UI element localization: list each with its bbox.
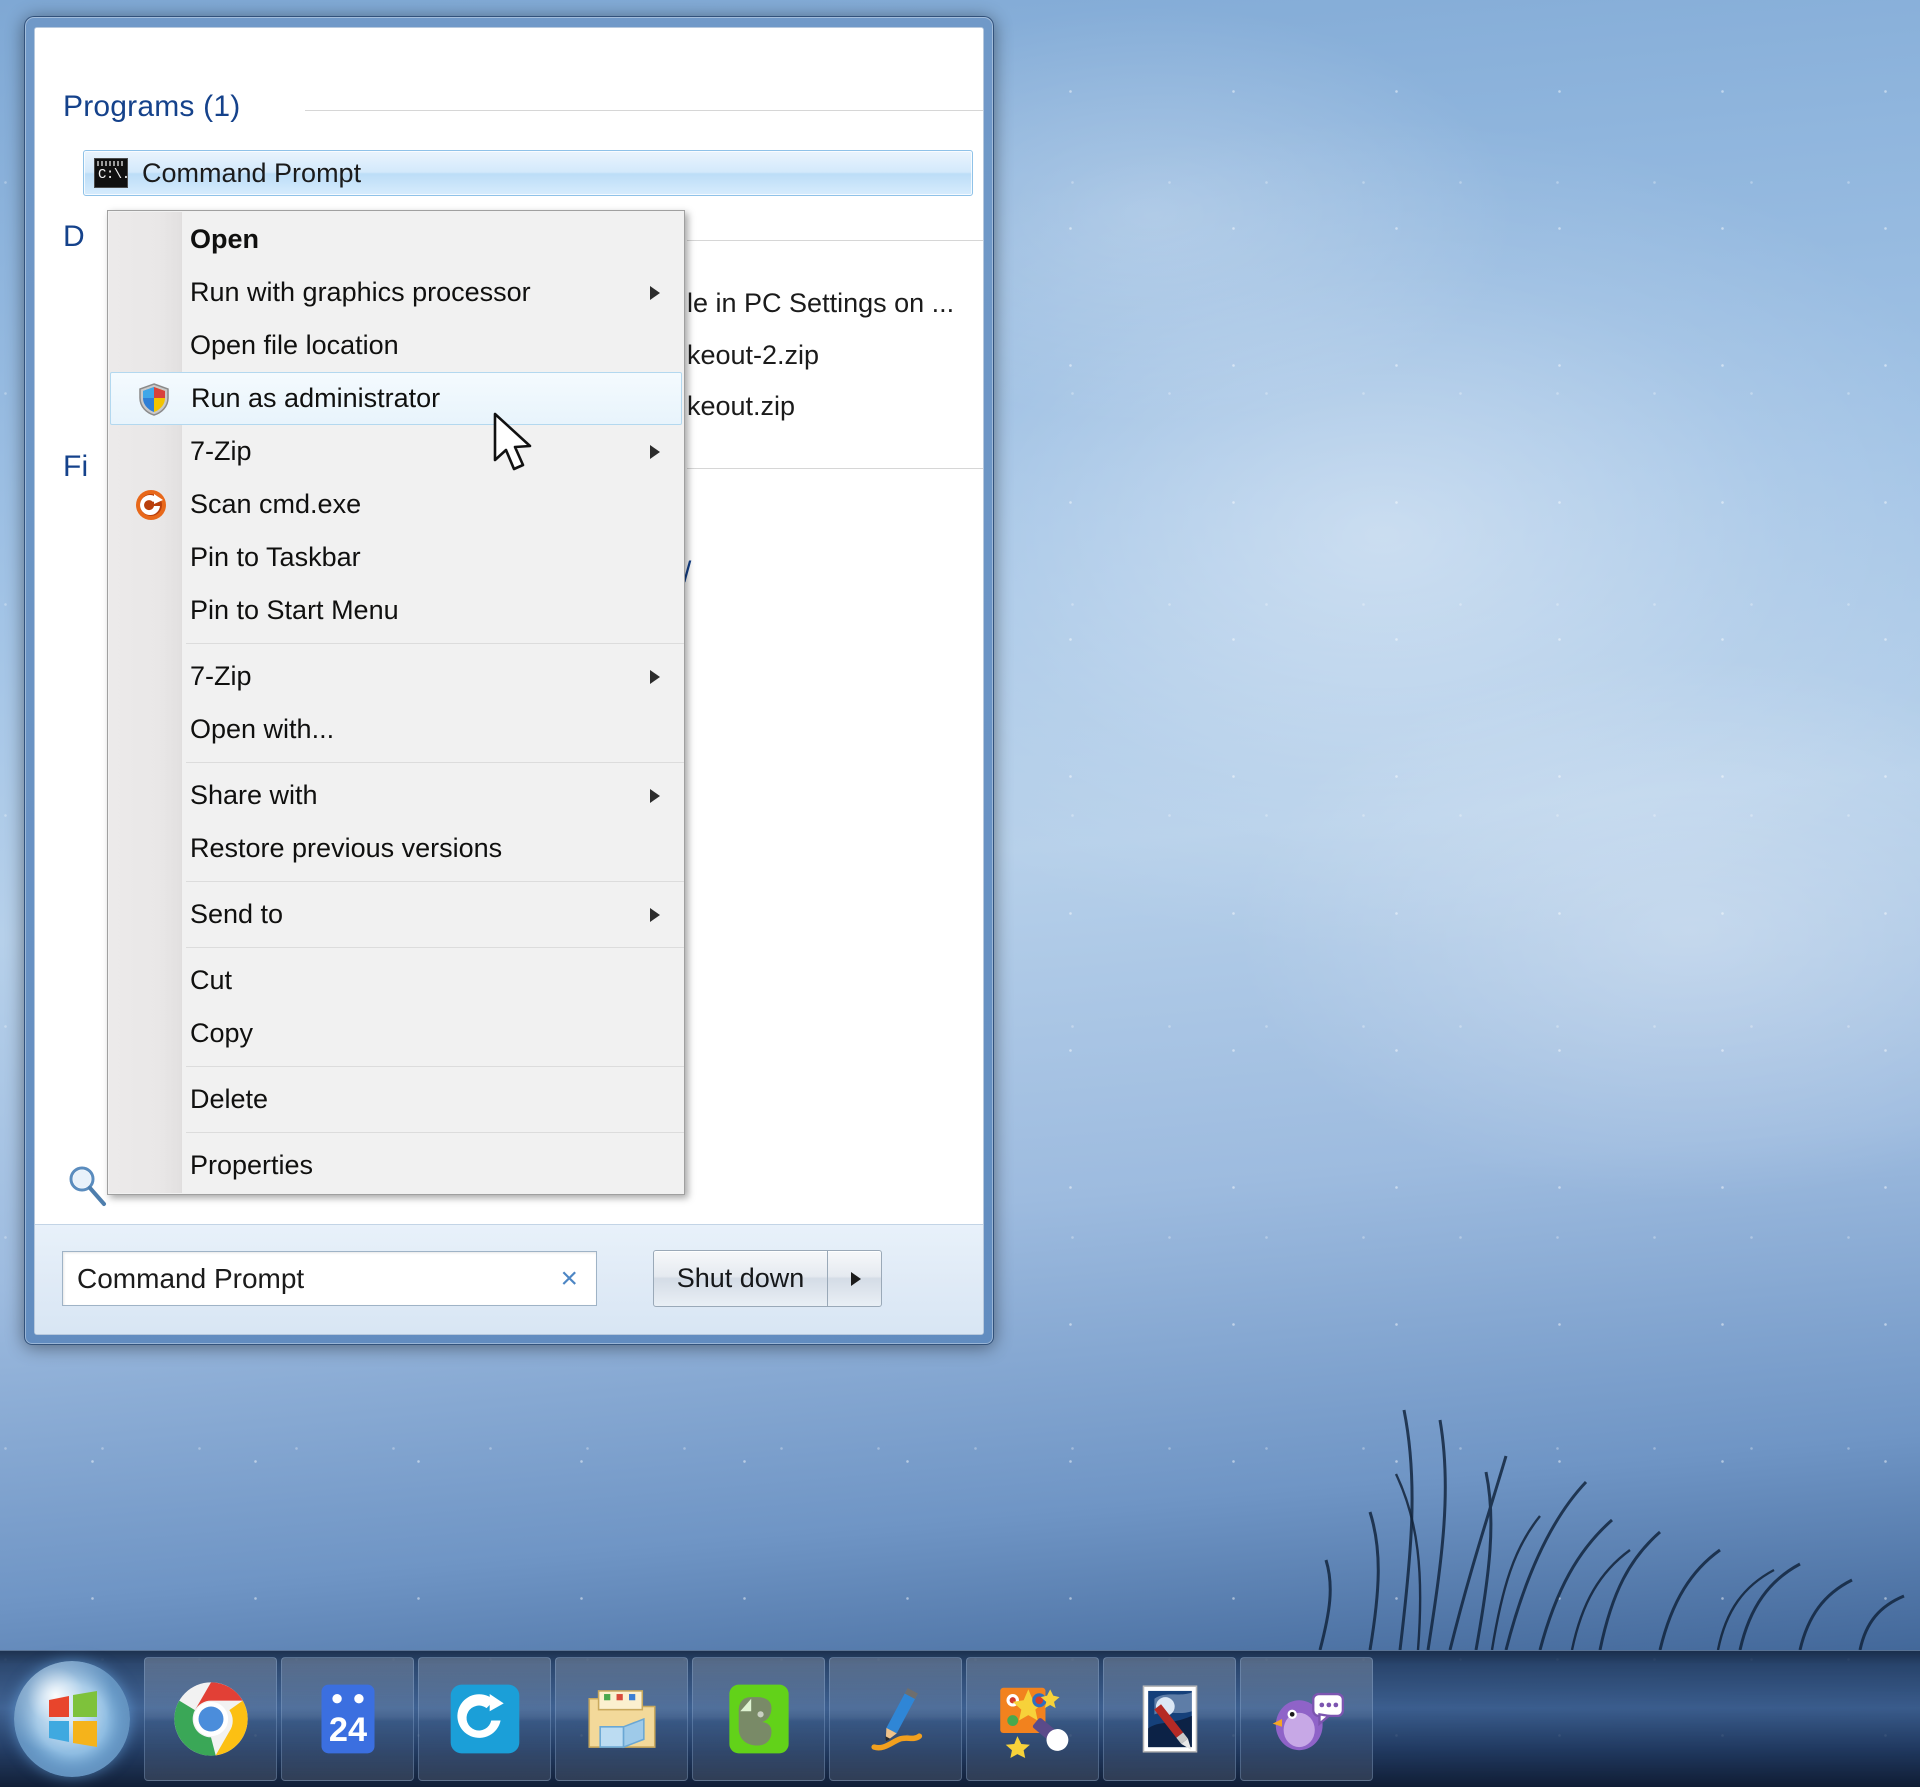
- context-menu-item-label: Open file location: [190, 330, 399, 360]
- shutdown-group: Shut down: [653, 1250, 882, 1307]
- context-menu-item-copy[interactable]: Copy: [108, 1007, 684, 1060]
- clipped-result-1[interactable]: keout-2.zip: [687, 340, 819, 371]
- context-menu-item-label: Run with graphics processor: [190, 277, 531, 307]
- context-menu-item-7-zip[interactable]: 7-Zip: [108, 425, 684, 478]
- group-rule-programs: [305, 110, 983, 111]
- ccleaner-icon: [450, 1684, 519, 1754]
- context-menu-item-label: Pin to Taskbar: [190, 542, 361, 572]
- start-menu-inner: Programs (1) Command Prompt D le in PC S…: [34, 27, 984, 1335]
- search-input-value: Command Prompt: [77, 1262, 305, 1294]
- group-rule-documents: [687, 240, 983, 241]
- context-menu-item-pin-to-taskbar[interactable]: Pin to Taskbar: [108, 531, 684, 584]
- purple-bird-chat-icon: [1272, 1692, 1344, 1751]
- submenu-arrow-icon: [650, 444, 660, 459]
- result-label: Command Prompt: [142, 157, 362, 188]
- context-menu-item-label: Properties: [190, 1150, 314, 1180]
- context-menu-item-share-with[interactable]: Share with: [108, 769, 684, 822]
- shutdown-button[interactable]: Shut down: [653, 1250, 828, 1307]
- context-menu-item-label: Restore previous versions: [190, 833, 503, 863]
- taskbar-item-ccleaner[interactable]: [418, 1657, 551, 1781]
- svg-text:24: 24: [328, 1711, 366, 1749]
- context-menu-item-cut[interactable]: Cut: [108, 954, 684, 1007]
- chevron-right-icon: [850, 1271, 861, 1286]
- context-menu-separator: [186, 643, 684, 644]
- shutdown-options-button[interactable]: [827, 1250, 882, 1307]
- uac-shield-icon: [137, 382, 171, 416]
- context-menu-item-open[interactable]: Open: [108, 213, 684, 266]
- taskbar: 24: [0, 1650, 1920, 1787]
- windows-explorer-icon: [587, 1690, 656, 1749]
- context-menu-item-label: Run as administrator: [191, 383, 441, 413]
- context-menu-item-properties[interactable]: Properties: [108, 1139, 684, 1192]
- context-menu-item-label: Send to: [190, 899, 284, 929]
- onenote-pen-icon: [870, 1687, 922, 1751]
- search-input[interactable]: Command Prompt ×: [62, 1251, 597, 1306]
- submenu-arrow-icon: [650, 907, 660, 922]
- context-menu-separator: [186, 762, 684, 763]
- context-menu-separator: [186, 1132, 684, 1133]
- taskbar-item-evernote[interactable]: [692, 1657, 825, 1781]
- clipped-result-0[interactable]: le in PC Settings on ...: [687, 288, 954, 319]
- context-menu-item-label: Scan cmd.exe: [190, 489, 362, 519]
- taskbar-item-image-editor[interactable]: [1103, 1657, 1236, 1781]
- context-menu-item-scan-cmd-exe[interactable]: Scan cmd.exe: [108, 478, 684, 531]
- start-orb-icon: [14, 1661, 130, 1777]
- context-menu-item-delete[interactable]: Delete: [108, 1073, 684, 1126]
- start-menu: Programs (1) Command Prompt D le in PC S…: [24, 16, 994, 1345]
- context-menu-item-restore-previous-versions[interactable]: Restore previous versions: [108, 822, 684, 875]
- submenu-arrow-icon: [650, 788, 660, 803]
- start-menu-bottom-bar: Command Prompt × Shut down: [35, 1224, 983, 1334]
- chrome-icon: [173, 1682, 248, 1756]
- calendar-24-icon: 24: [320, 1684, 375, 1754]
- evernote-icon: [728, 1684, 789, 1754]
- context-menu-separator: [186, 881, 684, 882]
- taskbar-item-snagit[interactable]: [966, 1657, 1099, 1781]
- context-menu-item-pin-to-start-menu[interactable]: Pin to Start Menu: [108, 584, 684, 637]
- context-menu-separator: [186, 947, 684, 948]
- taskbar-item-chat[interactable]: [1240, 1657, 1373, 1781]
- taskbar-item-note-pen[interactable]: [829, 1657, 962, 1781]
- group-header-programs: Programs (1): [63, 90, 241, 123]
- paint-image-icon: [1142, 1685, 1197, 1753]
- submenu-arrow-icon: [650, 669, 660, 684]
- clear-search-icon[interactable]: ×: [554, 1263, 584, 1294]
- submenu-arrow-icon: [650, 285, 660, 300]
- antivirus-scan-icon: [134, 488, 168, 522]
- context-menu-item-label: Open with...: [190, 714, 335, 744]
- context-menu-item-open-with[interactable]: Open with...: [108, 703, 684, 756]
- taskbar-item-chrome[interactable]: [144, 1657, 277, 1781]
- context-menu-item-label: 7-Zip: [190, 661, 252, 691]
- context-menu-item-label: Open: [190, 224, 260, 254]
- search-icon: [69, 1166, 106, 1206]
- context-menu-item-send-to[interactable]: Send to: [108, 888, 684, 941]
- command-prompt-icon: [94, 158, 130, 188]
- wallpaper-grass-silhouette: [1318, 1409, 1905, 1650]
- taskbar-item-explorer[interactable]: [555, 1657, 688, 1781]
- context-menu: Open Run with graphics processor Open file…: [107, 210, 685, 1195]
- context-menu-item-label: Cut: [190, 965, 233, 995]
- context-menu-separator: [186, 1066, 684, 1067]
- context-menu-item-label: Delete: [190, 1084, 269, 1114]
- context-menu-item-run-as-administrator[interactable]: Run as administrator: [110, 372, 682, 425]
- group-rule-files: [687, 468, 983, 469]
- context-menu-item-label: Pin to Start Menu: [190, 595, 399, 625]
- context-menu-item-7-zip[interactable]: 7-Zip: [108, 650, 684, 703]
- result-item-command-prompt[interactable]: Command Prompt: [83, 150, 973, 196]
- context-menu-item-label: Share with: [190, 780, 318, 810]
- clipped-result-2[interactable]: keout.zip: [687, 391, 795, 422]
- context-menu-item-label: Copy: [190, 1018, 254, 1048]
- context-menu-item-label: 7-Zip: [190, 436, 252, 466]
- group-header-files: Fi: [63, 450, 89, 483]
- snagit-icon: [999, 1687, 1068, 1758]
- start-button[interactable]: [4, 1657, 140, 1781]
- context-menu-item-run-with-graphics-processor[interactable]: Run with graphics processor: [108, 266, 684, 319]
- context-menu-item-open-file-location[interactable]: Open file location: [108, 319, 684, 372]
- group-header-documents: D: [63, 220, 85, 253]
- taskbar-item-calendar[interactable]: 24: [281, 1657, 414, 1781]
